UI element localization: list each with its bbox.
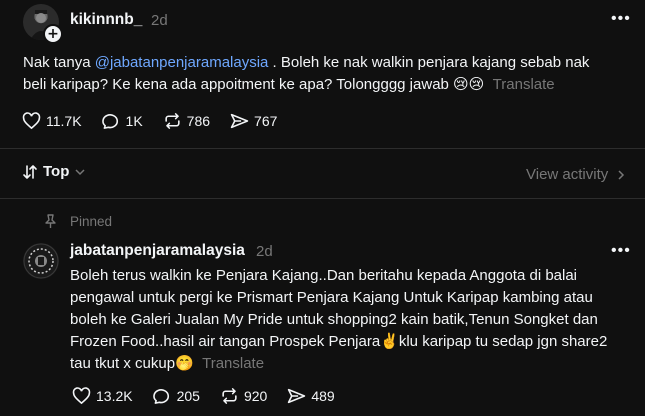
mention-link[interactable]: @jabatanpenjaramalaysia: [95, 54, 269, 71]
heart-icon: [22, 112, 41, 130]
like-button[interactable]: 11.7K: [22, 112, 82, 130]
like-count: 11.7K: [46, 113, 82, 129]
pinned-label: Pinned: [70, 213, 113, 229]
repost-icon: [222, 388, 237, 404]
reply-time: 2d: [256, 243, 273, 260]
post-actions: 11.7K 1K 786 767: [22, 112, 297, 130]
reply-line: boleh ke Galeri Jualan My Pride untuk sh…: [70, 311, 598, 328]
reply-username[interactable]: jabatanpenjaramalaysia: [70, 242, 245, 260]
sort-dropdown[interactable]: Top: [22, 163, 86, 180]
reply-line: Frozen Food..hasil air tangan Prospek Pe…: [70, 333, 608, 350]
send-icon: [230, 113, 249, 129]
reply-line: Boleh terus walkin ke Penjara Kajang..Da…: [70, 267, 578, 284]
reply-avatar[interactable]: [23, 243, 59, 279]
comment-icon: [101, 114, 118, 129]
reply-actions: 13.2K 205 920 489: [72, 387, 355, 405]
reply-line: tau tkut x cukup🤭: [70, 355, 194, 372]
chevron-down-icon: [75, 168, 85, 175]
reply-text: Boleh terus walkin ke Penjara Kajang..Da…: [70, 265, 640, 375]
reply-reply-button[interactable]: 205: [152, 387, 200, 405]
reply-share-count: 489: [311, 388, 335, 404]
pin-icon: [45, 214, 56, 228]
prison-department-logo-icon: [23, 243, 59, 279]
reply-like-count: 13.2K: [96, 388, 133, 404]
reply-line: pengawal untuk pergi ke Prismart Penjara…: [70, 289, 593, 306]
post-username[interactable]: kikinnnb_: [70, 11, 142, 29]
heart-icon: [72, 387, 91, 405]
share-button[interactable]: 767: [230, 112, 277, 130]
share-count: 767: [254, 113, 278, 129]
avatar[interactable]: +: [23, 4, 63, 44]
send-icon: [288, 388, 306, 404]
reply-count: 1K: [125, 113, 143, 129]
sort-arrows-icon: [23, 164, 37, 179]
reply-reply-count: 205: [176, 388, 200, 404]
reply-translate-link[interactable]: Translate: [202, 355, 264, 372]
divider: [0, 148, 645, 149]
reply-share-button[interactable]: 489: [287, 387, 335, 405]
follow-plus-icon[interactable]: +: [43, 24, 63, 44]
pinned-indicator: Pinned: [42, 213, 112, 229]
reply-button[interactable]: 1K: [101, 112, 143, 130]
divider: [0, 198, 645, 199]
view-activity-link[interactable]: View activity: [526, 166, 626, 183]
sort-label: Top: [43, 163, 70, 180]
reply-more-options-icon[interactable]: •••: [611, 242, 631, 260]
post-text-before: Nak tanya: [23, 54, 95, 71]
more-options-icon[interactable]: •••: [611, 10, 631, 28]
reply-repost-count: 920: [243, 388, 268, 404]
chevron-right-icon: [618, 169, 625, 180]
view-activity-label: View activity: [526, 166, 609, 183]
reply-repost-button[interactable]: 920: [220, 387, 267, 405]
post-time: 2d: [151, 12, 168, 29]
repost-icon: [165, 113, 180, 129]
repost-count: 786: [186, 113, 211, 129]
repost-button[interactable]: 786: [163, 112, 210, 130]
translate-link[interactable]: Translate: [493, 76, 555, 93]
post-text: Nak tanya @jabatanpenjaramalaysia . Bole…: [23, 52, 613, 96]
comment-icon: [152, 389, 169, 404]
reply-like-button[interactable]: 13.2K: [72, 387, 133, 405]
